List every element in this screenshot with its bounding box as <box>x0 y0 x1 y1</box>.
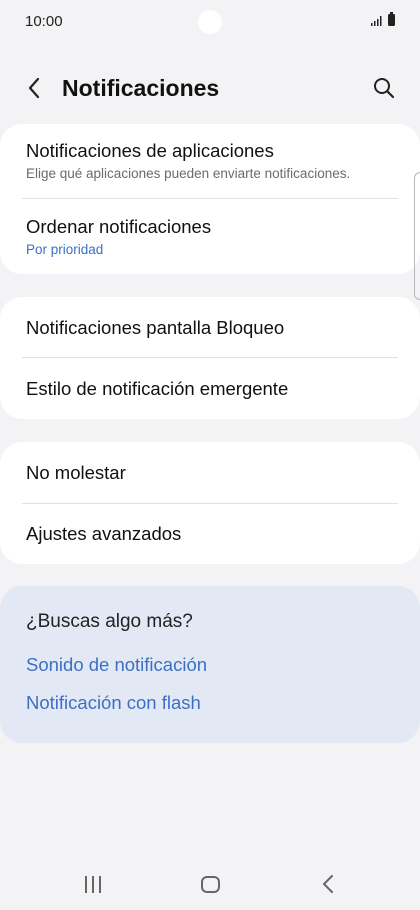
divider <box>22 357 398 358</box>
lock-screen-notifications-item[interactable]: Notificaciones pantalla Bloqueo <box>26 317 398 339</box>
do-not-disturb-item[interactable]: No molestar <box>26 462 398 484</box>
page-title: Notificaciones <box>62 75 220 101</box>
advanced-settings-item[interactable]: Ajustes avanzados <box>26 523 398 545</box>
popup-style-title: Estilo de notificación emergente <box>26 378 289 399</box>
lock-screen-notifications-title: Notificaciones pantalla Bloqueo <box>26 317 285 338</box>
edge-panel-handle[interactable] <box>414 172 420 300</box>
search-button[interactable] <box>370 74 398 102</box>
settings-group-1: Notificaciones de aplicaciones Elige qué… <box>0 124 420 274</box>
back-nav-icon[interactable] <box>319 874 339 894</box>
navigation-bar <box>0 862 420 906</box>
app-header: Notificaciones <box>0 64 420 112</box>
flash-notification-link[interactable]: Notificación con flash <box>26 692 201 714</box>
status-bar: 10:00 <box>0 0 420 44</box>
app-notifications-title: Notificaciones de aplicaciones <box>26 140 274 161</box>
signal-icon <box>371 16 382 26</box>
app-notifications-item[interactable]: Notificaciones de aplicaciones Elige qué… <box>26 140 398 182</box>
settings-group-3: No molestar Ajustes avanzados <box>0 442 420 564</box>
do-not-disturb-title: No molestar <box>26 462 126 483</box>
home-icon[interactable] <box>201 876 220 893</box>
divider <box>22 198 398 199</box>
sort-notifications-item[interactable]: Ordenar notificaciones Por prioridad <box>26 216 398 258</box>
chevron-left-icon <box>28 77 40 99</box>
recent-apps-icon[interactable] <box>82 876 104 893</box>
search-icon <box>374 78 395 99</box>
suggestions-card: ¿Buscas algo más? Sonido de notificación… <box>0 586 420 743</box>
camera-cutout <box>198 10 222 34</box>
sort-notifications-title: Ordenar notificaciones <box>26 216 212 237</box>
divider <box>22 503 398 504</box>
app-notifications-subtitle: Elige qué aplicaciones pueden enviarte n… <box>26 166 351 181</box>
sort-notifications-value: Por prioridad <box>26 242 104 257</box>
advanced-settings-title: Ajustes avanzados <box>26 523 182 544</box>
status-time: 10:00 <box>25 13 63 30</box>
back-button[interactable] <box>20 74 48 102</box>
settings-group-2: Notificaciones pantalla Bloqueo Estilo d… <box>0 297 420 419</box>
battery-icon <box>388 12 395 26</box>
suggestions-title: ¿Buscas algo más? <box>26 611 193 632</box>
notification-sound-link[interactable]: Sonido de notificación <box>26 654 207 676</box>
popup-style-item[interactable]: Estilo de notificación emergente <box>26 378 398 400</box>
